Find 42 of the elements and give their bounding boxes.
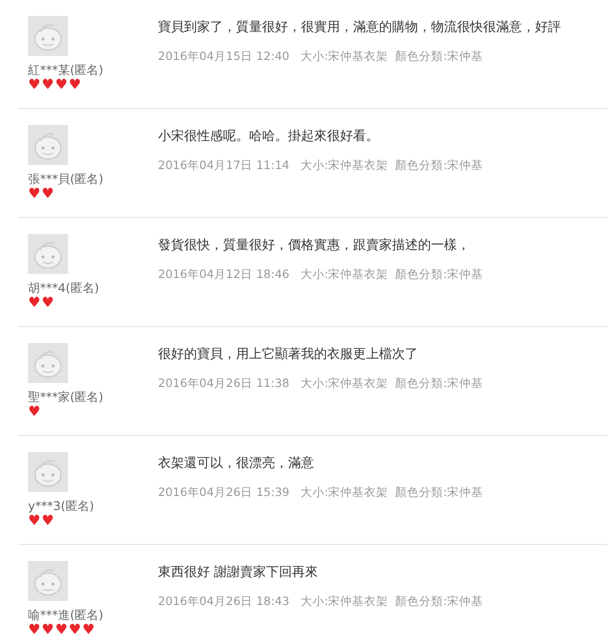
review-date: 2016年04月26日 18:43 <box>158 593 290 609</box>
username: 喻***進(匿名) <box>28 607 104 623</box>
review-date: 2016年04月12日 18:46 <box>158 266 290 282</box>
color-option: 顏色分類:宋仲基 <box>395 266 484 282</box>
avatar-icon <box>28 561 68 601</box>
credit-hearts: ♥♥ <box>28 514 56 528</box>
avatar-icon <box>28 234 68 274</box>
avatar-icon <box>28 452 68 492</box>
credit-hearts: ♥♥♥♥ <box>28 78 82 92</box>
username: 聖***家(匿名) <box>28 389 104 405</box>
color-option: 顏色分類:宋仲基 <box>395 484 484 500</box>
review-date: 2016年04月17日 11:14 <box>158 157 290 173</box>
size-option: 大小:宋仲基衣架 <box>300 593 388 609</box>
size-option: 大小:宋仲基衣架 <box>300 266 388 282</box>
review-date: 2016年04月26日 11:38 <box>158 375 290 391</box>
color-option: 顏色分類:宋仲基 <box>395 375 484 391</box>
review-text: 衣架還可以，很漂亮，滿意 <box>158 455 315 473</box>
size-option: 大小:宋仲基衣架 <box>300 48 388 64</box>
review-text: 東西很好 謝謝賣家下回再來 <box>158 564 320 582</box>
review-text: 很好的寶貝，用上它顯著我的衣服更上檔次了 <box>158 346 419 364</box>
avatar-icon <box>28 16 68 56</box>
color-option: 顏色分類:宋仲基 <box>395 48 484 64</box>
color-option: 顏色分類:宋仲基 <box>395 157 484 173</box>
review-text: 發貨很快，質量很好，價格實惠，跟賣家描述的一樣， <box>158 237 471 255</box>
review-date: 2016年04月15日 12:40 <box>158 48 290 64</box>
review-text: 小宋很性感呢。哈哈。掛起來很好看。 <box>158 128 380 146</box>
username: 張***貝(匿名) <box>28 171 104 187</box>
avatar-icon <box>28 125 68 165</box>
credit-hearts: ♥ <box>28 405 42 419</box>
size-option: 大小:宋仲基衣架 <box>300 157 388 173</box>
avatar-icon <box>28 343 68 383</box>
review-text: 寶貝到家了，質量很好，很實用，滿意的購物，物流很快很滿意，好評 <box>158 19 561 37</box>
username: 胡***4(匿名) <box>28 280 100 296</box>
credit-hearts: ♥♥ <box>28 187 56 201</box>
color-option: 顏色分類:宋仲基 <box>395 593 484 609</box>
credit-hearts: ♥♥♥♥♥ <box>28 623 96 637</box>
credit-hearts: ♥♥ <box>28 296 56 310</box>
username: 紅***某(匿名) <box>28 62 104 78</box>
username: y***3(匿名) <box>28 498 96 514</box>
size-option: 大小:宋仲基衣架 <box>300 375 388 391</box>
size-option: 大小:宋仲基衣架 <box>300 484 388 500</box>
review-date: 2016年04月26日 15:39 <box>158 484 290 500</box>
